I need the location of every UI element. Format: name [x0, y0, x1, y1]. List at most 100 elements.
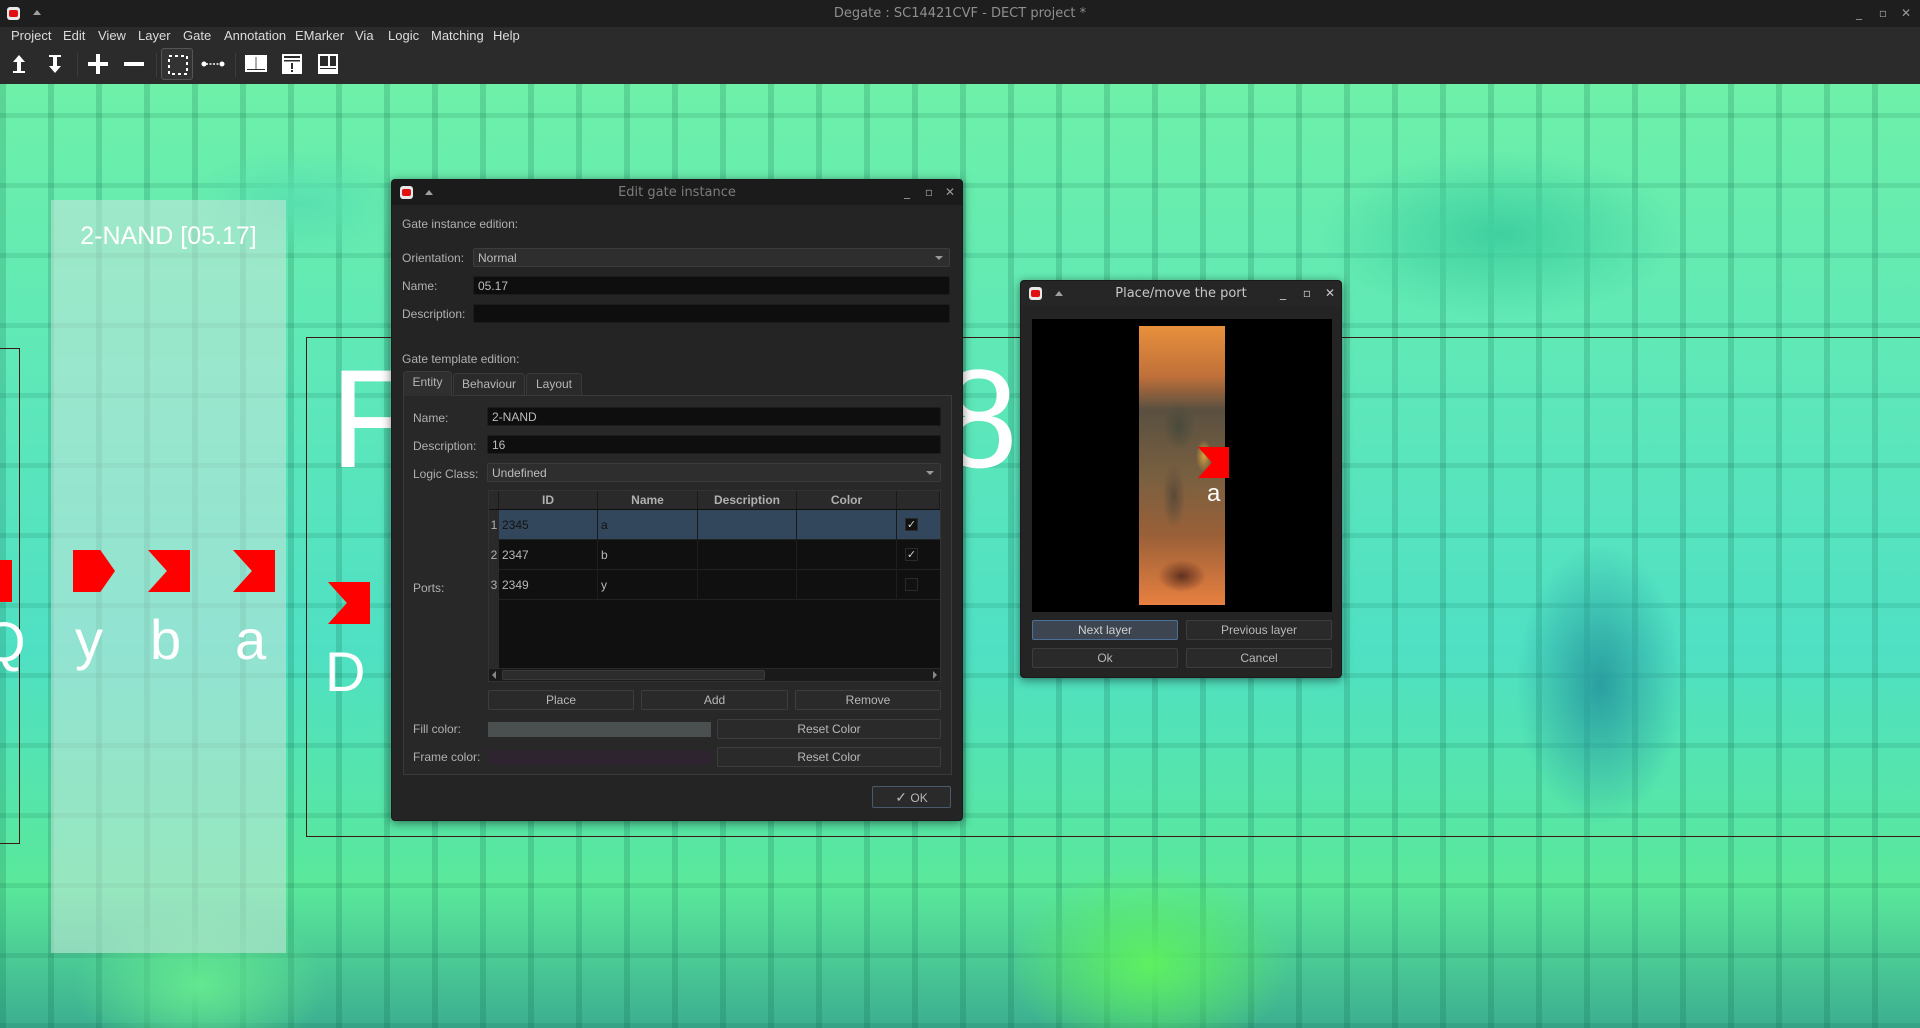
menu-matching[interactable]: Matching: [429, 28, 486, 43]
orientation-select[interactable]: Normal: [473, 248, 950, 267]
close-button[interactable]: ✕: [1899, 6, 1913, 20]
port-id-cell[interactable]: 2345: [499, 510, 598, 540]
tab-behaviour[interactable]: Behaviour: [453, 373, 525, 395]
port-description-cell[interactable]: [698, 540, 797, 570]
gate-template-button[interactable]: [276, 48, 308, 80]
reset-fill-color-button[interactable]: Reset Color: [717, 719, 941, 739]
table-row[interactable]: 1 2345 a ✓: [489, 510, 940, 540]
tab-layout[interactable]: Layout: [526, 373, 582, 395]
minimize-button[interactable]: _: [900, 185, 914, 199]
toolbar-separator: [235, 53, 236, 77]
frame-color-swatch[interactable]: [488, 750, 711, 765]
place-cancel-button[interactable]: Cancel: [1186, 648, 1332, 668]
instance-description-input[interactable]: [473, 304, 950, 323]
zoom-out-button[interactable]: [118, 48, 150, 80]
gate-label: 2-NAND [05.17]: [80, 222, 257, 250]
port-id-cell[interactable]: 2349: [499, 570, 598, 600]
zoom-in-icon: [88, 54, 108, 74]
reset-frame-color-button[interactable]: Reset Color: [717, 747, 941, 767]
port-color-cell[interactable]: [797, 570, 897, 600]
menu-emarker[interactable]: EMarker: [293, 28, 346, 43]
port-checkbox[interactable]: ✓: [905, 548, 918, 561]
port-description-cell[interactable]: [698, 570, 797, 600]
menu-annotation[interactable]: Annotation: [222, 28, 288, 43]
tab-entity[interactable]: Entity: [403, 371, 452, 396]
column-header-id[interactable]: ID: [499, 491, 598, 509]
maximize-button[interactable]: ▫: [1876, 6, 1890, 20]
table-row[interactable]: 2 2347 b ✓: [489, 540, 940, 570]
place-ok-button[interactable]: Ok: [1032, 648, 1178, 668]
port-description-cell[interactable]: [698, 510, 797, 540]
port-name-cell[interactable]: b: [598, 540, 698, 570]
horizontal-scrollbar[interactable]: [489, 668, 940, 681]
window-title-bar: Degate : SC14421CVF - DECT project * _ ▫…: [0, 0, 1920, 27]
menu-via[interactable]: Via: [353, 28, 376, 43]
add-port-button[interactable]: Add: [641, 690, 788, 710]
template-name-input[interactable]: 2-NAND: [487, 407, 941, 426]
scroll-right-icon[interactable]: [933, 671, 937, 679]
logic-class-select[interactable]: Undefined: [487, 463, 941, 482]
instance-description-label: Description:: [402, 307, 466, 321]
menu-edit[interactable]: Edit: [61, 28, 87, 43]
orientation-label: Orientation:: [402, 251, 465, 265]
ports-table[interactable]: ID Name Description Color 1 2345 a ✓ 2 2…: [488, 490, 941, 682]
column-header-check[interactable]: [897, 491, 940, 509]
remove-port-button[interactable]: Remove: [795, 690, 941, 710]
dialog-title-bar[interactable]: Place/move the port _ ▫ ✕: [1021, 281, 1341, 306]
port-marker[interactable]: [0, 560, 12, 602]
close-button[interactable]: ✕: [943, 185, 957, 199]
toolbar: [0, 45, 1920, 84]
close-button[interactable]: ✕: [1323, 286, 1337, 300]
ports-label: Ports:: [413, 581, 445, 595]
menubar: Project Edit View Layer Gate Annotation …: [0, 27, 1920, 45]
menu-layer[interactable]: Layer: [136, 28, 173, 43]
maximize-button[interactable]: ▫: [1300, 286, 1314, 300]
column-header-color[interactable]: Color: [797, 491, 897, 509]
menu-logic[interactable]: Logic: [386, 28, 421, 43]
gate-library-button[interactable]: [240, 48, 272, 80]
place-port-button[interactable]: Place: [488, 690, 634, 710]
column-header-description[interactable]: Description: [698, 491, 797, 509]
ok-button[interactable]: ✓ OK: [872, 786, 951, 808]
minimize-button[interactable]: _: [1852, 6, 1866, 20]
table-row[interactable]: 3 2349 y: [489, 570, 940, 600]
area-select-button[interactable]: [161, 48, 193, 80]
menu-project[interactable]: Project: [9, 28, 53, 43]
column-header-name[interactable]: Name: [598, 491, 698, 509]
row-number: 3: [489, 570, 499, 600]
minimize-button[interactable]: _: [1276, 286, 1290, 300]
wire-tool-button[interactable]: [197, 48, 229, 80]
dialog-title: Place/move the port: [1115, 286, 1247, 301]
layer-down-button[interactable]: [39, 48, 71, 80]
port-checkbox[interactable]: ✓: [905, 518, 918, 531]
port-color-cell[interactable]: [797, 540, 897, 570]
gate-template-icon: [282, 54, 302, 74]
layer-up-button[interactable]: [3, 48, 35, 80]
port-name-cell[interactable]: y: [598, 570, 698, 600]
window-title: Degate : SC14421CVF - DECT project *: [833, 6, 1087, 21]
menu-view[interactable]: View: [96, 28, 128, 43]
scroll-left-icon[interactable]: [492, 671, 496, 679]
chevron-down-icon: [926, 471, 934, 475]
maximize-button[interactable]: ▫: [922, 185, 936, 199]
orientation-value: Normal: [478, 251, 517, 265]
port-color-cell[interactable]: [797, 510, 897, 540]
instance-name-input[interactable]: 05.17: [473, 276, 950, 295]
zoom-in-button[interactable]: [82, 48, 114, 80]
menu-help[interactable]: Help: [491, 28, 522, 43]
dialog-title-bar[interactable]: Edit gate instance _ ▫ ✕: [392, 180, 962, 205]
template-description-input[interactable]: 16: [487, 435, 941, 454]
ok-label: OK: [910, 791, 928, 805]
port-label: Q: [0, 610, 26, 673]
gate-layout-icon: [318, 54, 338, 74]
fill-color-swatch[interactable]: [488, 722, 711, 737]
port-name-cell[interactable]: a: [598, 510, 698, 540]
scrollbar-thumb[interactable]: [502, 670, 765, 680]
port-checkbox[interactable]: [905, 578, 918, 591]
gate-layout-button[interactable]: [312, 48, 344, 80]
port-id-cell[interactable]: 2347: [499, 540, 598, 570]
port-placement-view[interactable]: a: [1032, 319, 1332, 612]
next-layer-button[interactable]: Next layer: [1032, 620, 1178, 640]
previous-layer-button[interactable]: Previous layer: [1186, 620, 1332, 640]
menu-gate[interactable]: Gate: [181, 28, 213, 43]
